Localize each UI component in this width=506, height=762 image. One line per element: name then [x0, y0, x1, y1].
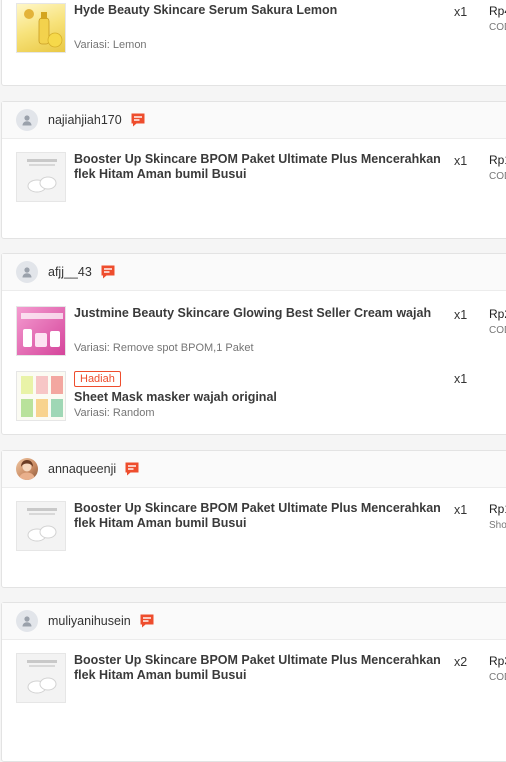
product-box-image	[27, 508, 57, 542]
product-title[interactable]: Justmine Beauty Skincare Glowing Best Se…	[74, 306, 450, 321]
payment-method: COD	[489, 672, 506, 683]
product-quantity: x1	[454, 5, 468, 19]
gift-badge: Hadiah	[74, 371, 121, 387]
product-price: Rp1	[489, 502, 506, 516]
product-box-image	[27, 159, 57, 193]
product-thumbnail[interactable]	[16, 306, 66, 356]
product-box-image	[27, 660, 57, 694]
order-card: Hyde Beauty Skincare Serum Sakura Lemon …	[1, 0, 506, 86]
product-title[interactable]: Booster Up Skincare BPOM Paket Ultimate …	[74, 653, 450, 683]
buyer-username[interactable]: annaqueenji	[48, 462, 116, 476]
product-thumbnail[interactable]	[16, 152, 66, 202]
product-quantity: x2	[454, 655, 468, 669]
payment-method: COD	[489, 171, 506, 182]
chat-icon[interactable]	[124, 461, 140, 477]
product-thumbnail[interactable]	[16, 371, 66, 421]
product-quantity: x1	[454, 503, 468, 517]
product-price: Rp1	[489, 153, 506, 167]
product-title[interactable]: Booster Up Skincare BPOM Paket Ultimate …	[74, 501, 450, 531]
order-header: afjj__43	[2, 254, 506, 291]
product-variant: Variasi: Lemon	[74, 39, 147, 51]
product-title[interactable]: Booster Up Skincare BPOM Paket Ultimate …	[74, 152, 450, 182]
user-avatar-icon[interactable]	[16, 610, 38, 632]
payment-method: Sho	[489, 520, 506, 531]
product-quantity: x1	[454, 154, 468, 168]
buyer-username[interactable]: muliyanihusein	[48, 614, 131, 628]
user-avatar-icon[interactable]	[16, 261, 38, 283]
order-header: muliyanihusein	[2, 603, 506, 640]
product-thumbnail[interactable]	[16, 3, 66, 53]
product-thumbnail[interactable]	[16, 501, 66, 551]
product-thumbnail[interactable]	[16, 653, 66, 703]
user-avatar-icon[interactable]	[16, 109, 38, 131]
order-header: najiahjiah170	[2, 102, 506, 139]
product-variant: Variasi: Random	[74, 407, 155, 419]
user-avatar-icon[interactable]	[16, 458, 38, 480]
order-card: afjj__43 Justmine Beauty Skincare Glowin…	[1, 253, 506, 435]
product-variant: Variasi: Remove spot BPOM,1 Paket	[74, 342, 254, 354]
serum-bottle-image	[24, 9, 63, 48]
chat-icon[interactable]	[130, 112, 146, 128]
product-quantity: x1	[454, 372, 468, 386]
payment-method: COD	[489, 22, 506, 33]
order-card: annaqueenji Booster Up Skincare BPOM Pak…	[1, 450, 506, 588]
order-card: muliyanihusein Booster Up Skincare BPOM …	[1, 602, 506, 762]
buyer-username[interactable]: najiahjiah170	[48, 113, 122, 127]
product-title[interactable]: Hyde Beauty Skincare Serum Sakura Lemon	[74, 3, 450, 18]
order-header: annaqueenji	[2, 451, 506, 488]
product-price: Rp3	[489, 654, 506, 668]
product-title[interactable]: Sheet Mask masker wajah original	[74, 390, 450, 405]
chat-icon[interactable]	[139, 613, 155, 629]
cream-package-image	[21, 313, 63, 347]
product-quantity: x1	[454, 308, 468, 322]
product-price: Rp2	[489, 307, 506, 321]
payment-method: COD	[489, 325, 506, 336]
order-card: najiahjiah170 Booster Up Skincare BPOM P…	[1, 101, 506, 239]
chat-icon[interactable]	[100, 264, 116, 280]
sheet-mask-image	[21, 376, 63, 417]
product-price: Rp4	[489, 4, 506, 18]
buyer-username[interactable]: afjj__43	[48, 265, 92, 279]
